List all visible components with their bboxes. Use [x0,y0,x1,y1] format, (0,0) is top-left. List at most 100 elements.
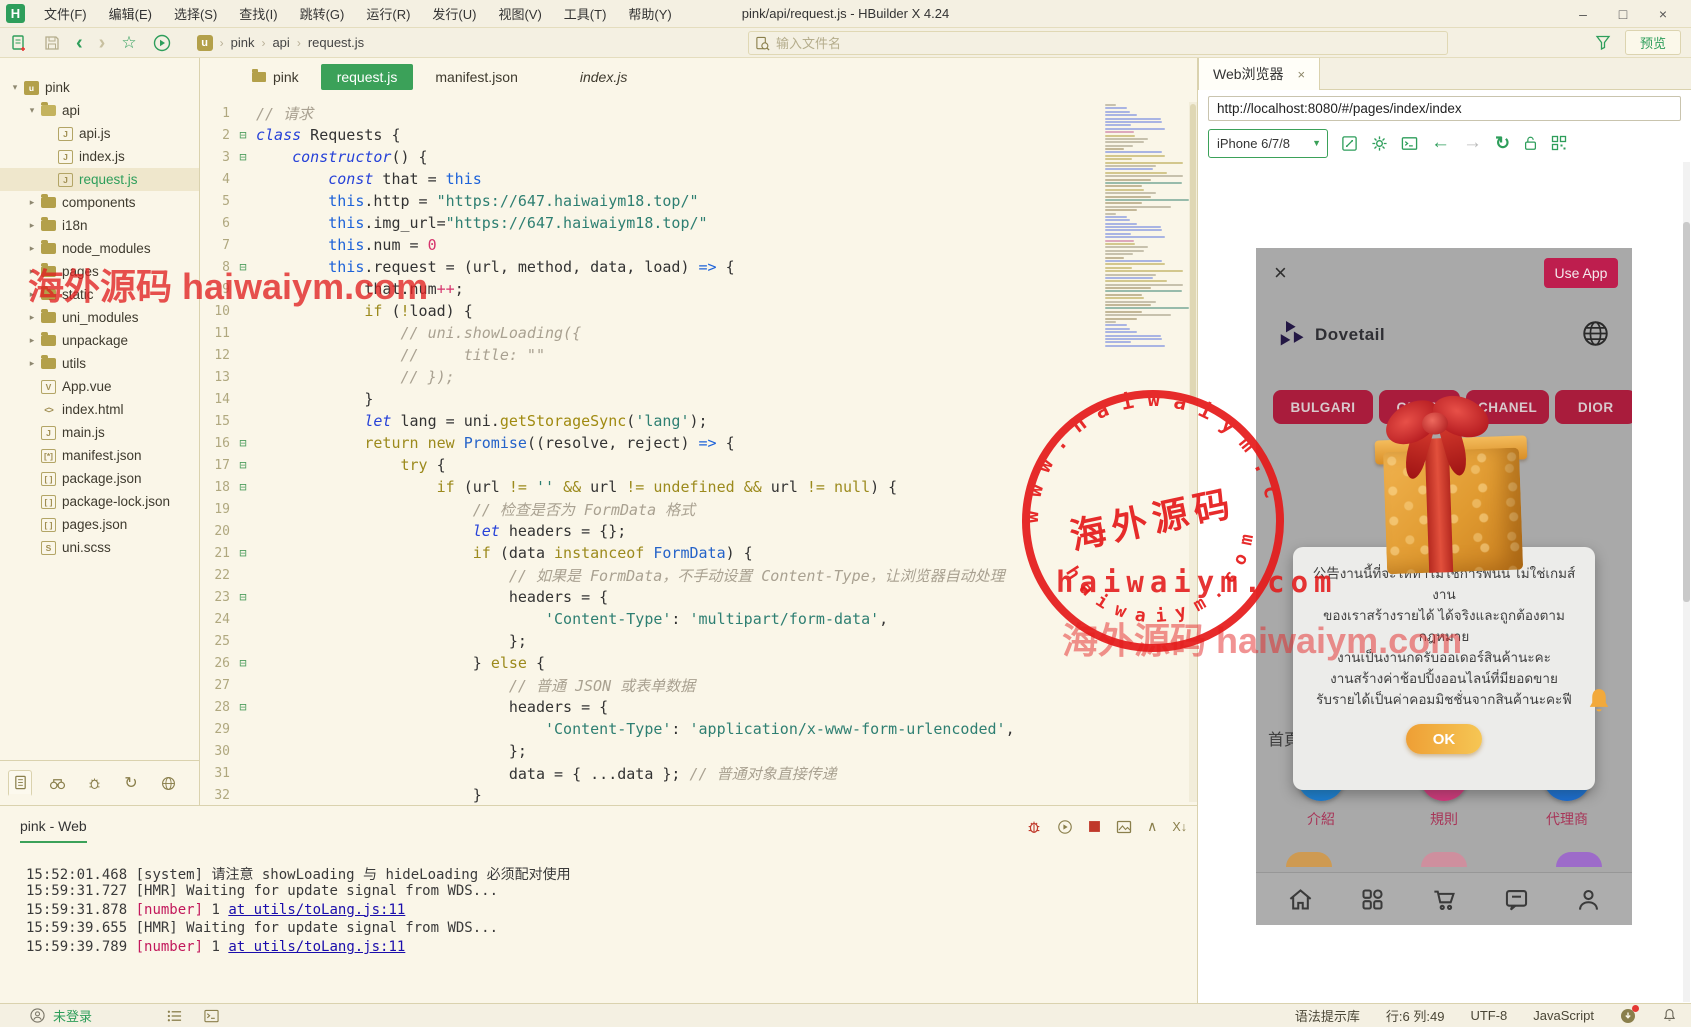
run-icon[interactable] [153,34,171,52]
menu-item[interactable]: 选择(S) [165,1,226,26]
menu-item[interactable]: 帮助(Y) [619,1,680,26]
language-mode[interactable]: JavaScript [1533,1008,1594,1023]
terminal-icon[interactable] [204,1009,219,1023]
grid-icon[interactable] [1359,886,1386,913]
code-line[interactable]: 30 }; [200,740,1185,762]
code-line[interactable]: 6 this.img_url="https://647.haiwaiym18.t… [200,212,1185,234]
code-line[interactable]: 29 'Content-Type': 'application/x-www-fo… [200,718,1185,740]
tree-item[interactable]: ▾ api [0,99,199,122]
code-line[interactable]: 11 // uni.showLoading({ [200,322,1185,344]
tree-item[interactable]: Japi.js [0,122,199,145]
tree-item[interactable]: Jmain.js [0,421,199,444]
fold-marker-icon[interactable]: ⊟ [230,436,256,450]
resize-window-icon[interactable] [1341,135,1358,152]
url-input[interactable] [1209,97,1680,120]
code-line[interactable]: 13 // }); [200,366,1185,388]
breadcrumb-file[interactable]: request.js [308,35,364,50]
tab-index-js[interactable]: index.js [564,64,643,90]
code-line[interactable]: 7 this.num = 0 [200,234,1185,256]
back-icon[interactable]: ← [1431,132,1450,154]
code-line[interactable]: 31 data = { ...data }; // 普通对象直接传递 [200,762,1185,784]
chat-icon[interactable] [1503,886,1530,913]
tree-item[interactable]: ▸ uni_modules [0,306,199,329]
menu-item[interactable]: 文件(F) [35,1,96,26]
gear-icon[interactable] [1371,135,1388,152]
code-line[interactable]: 12 // title: "" [200,344,1185,366]
code-line[interactable]: 24 'Content-Type': 'multipart/form-data'… [200,608,1185,630]
bell-icon[interactable] [1662,1008,1677,1024]
maximize-button[interactable]: □ [1603,6,1643,22]
screenshot-icon[interactable] [1116,819,1132,835]
code-line[interactable]: 5 this.http = "https://647.haiwaiym18.to… [200,190,1185,212]
console-tab-pink-web[interactable]: pink - Web [20,818,87,843]
menu-item[interactable]: 视图(V) [489,1,550,26]
debug-bug-icon[interactable] [82,770,106,796]
cursor-position[interactable]: 行:6 列:49 [1386,1006,1445,1025]
code-line[interactable]: 25 }; [200,630,1185,652]
fold-marker-icon[interactable]: ⊟ [230,546,256,560]
log-source-link[interactable]: at utils/toLang.js:11 [228,902,405,918]
editor-scrollbar[interactable] [1189,102,1197,802]
encoding-label[interactable]: UTF-8 [1470,1008,1507,1023]
device-selector[interactable]: iPhone 6/7/8 ▼ [1208,128,1328,158]
tree-item[interactable]: [*] manifest.json [0,444,199,467]
use-app-button[interactable]: Use App [1544,258,1618,288]
brand-button-bulgari[interactable]: BULGARI [1273,390,1373,424]
breadcrumb-project[interactable]: pink [231,35,255,50]
tree-item[interactable]: Jindex.js [0,145,199,168]
login-status[interactable]: 未登录 [53,1006,92,1025]
code-line[interactable]: 14 } [200,388,1185,410]
code-line[interactable]: 18 ⊟ if (url != '' && url != undefined &&… [200,476,1185,498]
files-view-icon[interactable] [8,770,32,796]
clear-console-icon[interactable]: X↓ [1172,820,1187,834]
collapse-panel-icon[interactable]: ∧ [1147,818,1157,835]
globe-explorer-icon[interactable] [156,770,180,796]
star-icon[interactable]: ☆ [121,33,136,53]
restart-run-icon[interactable] [1057,819,1073,835]
close-banner-icon[interactable]: × [1274,262,1287,284]
brand-button-dior[interactable]: DIOR [1555,390,1632,424]
tree-item[interactable]: Suni.scss [0,536,199,559]
devtools-console-icon[interactable] [1401,135,1418,152]
code-line[interactable]: 9 that.num++; [200,278,1185,300]
tree-item[interactable]: Jrequest.js [0,168,199,191]
filter-icon[interactable] [1595,34,1611,50]
person-icon[interactable] [1575,886,1602,913]
code-line[interactable]: 15 let lang = uni.getStorageSync('lang')… [200,410,1185,432]
forward-icon[interactable]: › [99,33,106,53]
menu-item[interactable]: 发行(U) [423,1,485,26]
menu-item[interactable]: 跳转(G) [291,1,354,26]
ok-button[interactable]: OK [1406,724,1482,754]
home-icon[interactable] [1287,886,1314,913]
code-line[interactable]: 17 ⊟ try { [200,454,1185,476]
tree-item[interactable]: [ ] package-lock.json [0,490,199,513]
refresh-icon[interactable]: ↻ [1495,133,1510,154]
tree-item[interactable]: ▸ unpackage [0,329,199,352]
update-available-icon[interactable] [1620,1004,1639,1024]
fold-marker-icon[interactable]: ⊟ [230,150,256,164]
tab-web-browser[interactable]: Web浏览器 × [1198,58,1321,90]
code-line[interactable]: 19 // 检查是否为 FormData 格式 [200,498,1185,520]
code-line[interactable]: 26 ⊟ } else { [200,652,1185,674]
menu-item[interactable]: 编辑(E) [100,1,161,26]
code-line[interactable]: 28 ⊟ headers = { [200,696,1185,718]
search-input[interactable] [776,35,1396,51]
tree-item[interactable]: <> index.html [0,398,199,421]
tree-item[interactable]: V App.vue [0,375,199,398]
tab-pink-folder[interactable]: pink [236,64,315,90]
tree-item[interactable]: ▸ node_modules [0,237,199,260]
qr-code-icon[interactable] [1551,135,1567,151]
save-icon[interactable] [44,35,60,51]
code-line[interactable]: 16 ⊟ return new Promise((resolve, reject)… [200,432,1185,454]
log-source-link[interactable]: at utils/toLang.js:11 [228,939,405,955]
back-icon[interactable]: ‹ [76,33,83,53]
editor-minimap[interactable] [1105,104,1191,348]
editor-code-area[interactable]: 1// 请求 2 ⊟ class Requests {3 ⊟ constructor()… [200,102,1185,805]
panel-scrollbar[interactable] [1683,162,1690,1002]
file-search-box[interactable] [748,31,1448,55]
code-line[interactable]: 23 ⊟ headers = { [200,586,1185,608]
stop-icon[interactable] [1088,820,1101,833]
breadcrumb-folder[interactable]: api [272,35,289,50]
menu-item[interactable]: 查找(I) [230,1,286,26]
fold-marker-icon[interactable]: ⊟ [230,656,256,670]
